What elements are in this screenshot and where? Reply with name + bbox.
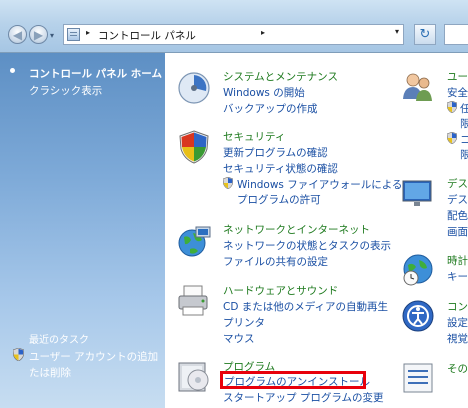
additional-options-icon[interactable]	[400, 360, 436, 396]
current-item-bullet-icon	[10, 68, 15, 73]
category-clock-region[interactable]: 時計	[447, 253, 468, 268]
category-system-maintenance[interactable]: システムとメンテナンス	[223, 69, 338, 84]
uac-shield-icon	[223, 177, 233, 189]
appearance-desktop-icon[interactable]	[400, 175, 436, 211]
link-mouse[interactable]: マウス	[223, 331, 255, 346]
link-users-4[interactable]: コ	[460, 132, 468, 147]
uac-shield-icon	[13, 348, 24, 361]
link-users-3[interactable]: 限	[460, 116, 468, 131]
link-startup-programs[interactable]: スタートアップ プログラムの変更	[223, 390, 384, 405]
link-desktop-3[interactable]: 画面	[447, 224, 468, 239]
ease-of-access-icon[interactable]	[400, 298, 436, 334]
address-dropdown-icon[interactable]: ▾	[395, 27, 399, 36]
category-ease-of-access[interactable]: コン	[447, 299, 468, 314]
clock-language-region-icon[interactable]	[400, 251, 436, 287]
sidebar-item-home[interactable]: コントロール パネル ホーム	[29, 66, 162, 81]
link-check-security-status[interactable]: セキュリティ状態の確認	[223, 161, 338, 176]
network-globe-icon[interactable]	[176, 223, 212, 259]
search-input[interactable]	[444, 24, 468, 45]
category-appearance[interactable]: デス	[447, 176, 468, 191]
sidebar-item-classic-view[interactable]: クラシック表示	[29, 83, 102, 98]
recent-task-add-remove-user[interactable]: ユーザー アカウントの追加	[29, 349, 158, 364]
link-create-backup[interactable]: バックアップの作成	[223, 101, 318, 116]
breadcrumb[interactable]: ▸ コントロール パネル ▸ ▾	[63, 24, 404, 45]
link-firewall-allow[interactable]: Windows ファイアウォールによる	[237, 177, 402, 192]
link-desktop-2[interactable]: 配色	[447, 208, 468, 223]
uac-shield-icon	[447, 132, 457, 144]
forward-button[interactable]: ▶	[29, 25, 48, 44]
history-dropdown-icon[interactable]: ▾	[50, 31, 54, 40]
link-autoplay[interactable]: CD または他のメディアの自動再生	[223, 299, 388, 314]
link-access-2[interactable]: 視覚	[447, 331, 468, 346]
forward-arrow-icon: ▶	[33, 28, 44, 42]
back-arrow-icon: ◀	[12, 28, 23, 42]
printer-hardware-icon[interactable]	[176, 283, 212, 319]
sidebar: コントロール パネル ホーム クラシック表示 最近のタスク ユーザー アカウント…	[0, 53, 165, 408]
refresh-icon: ↻	[419, 27, 431, 42]
link-users-5[interactable]: 限	[460, 147, 468, 162]
link-clock-1[interactable]: キー	[447, 269, 468, 284]
link-file-sharing[interactable]: ファイルの共有の設定	[223, 254, 328, 269]
security-shield-icon[interactable]	[176, 129, 212, 165]
user-accounts-icon[interactable]	[400, 69, 436, 105]
category-security[interactable]: セキュリティ	[223, 129, 285, 144]
link-access-1[interactable]: 設定	[447, 315, 468, 330]
link-firewall-allow-cont[interactable]: プログラムの許可	[237, 192, 321, 207]
refresh-button[interactable]: ↻	[414, 24, 436, 45]
breadcrumb-separator-icon[interactable]: ▸	[86, 28, 90, 37]
category-network-internet[interactable]: ネットワークとインターネット	[223, 222, 370, 237]
breadcrumb-control-panel[interactable]: コントロール パネル	[98, 28, 196, 43]
breadcrumb-separator-icon[interactable]: ▸	[261, 28, 265, 37]
link-check-updates[interactable]: 更新プログラムの確認	[223, 145, 328, 160]
uac-shield-icon	[447, 101, 457, 113]
back-button[interactable]: ◀	[8, 25, 27, 44]
category-user-accounts[interactable]: ユー	[447, 69, 468, 84]
programs-icon[interactable]	[176, 358, 212, 394]
link-windows-start[interactable]: Windows の開始	[223, 85, 305, 100]
link-users-1[interactable]: 安全	[447, 85, 468, 100]
category-additional-options[interactable]: その	[447, 361, 468, 376]
recent-tasks-heading: 最近のタスク	[29, 335, 89, 346]
link-desktop-1[interactable]: デス	[447, 192, 468, 207]
control-panel-icon	[67, 28, 80, 41]
system-maintenance-icon[interactable]	[176, 69, 212, 105]
recent-task-add-remove-user-cont[interactable]: たは削除	[29, 365, 71, 380]
link-printers[interactable]: プリンタ	[223, 315, 265, 330]
address-bar: ◀ ▶ ▾ ▸ コントロール パネル ▸ ▾ ↻	[0, 0, 468, 53]
link-users-2[interactable]: 任	[460, 101, 468, 116]
link-network-status[interactable]: ネットワークの状態とタスクの表示	[223, 238, 391, 253]
highlight-box	[220, 371, 366, 389]
category-hardware-sound[interactable]: ハードウェアとサウンド	[223, 283, 338, 298]
